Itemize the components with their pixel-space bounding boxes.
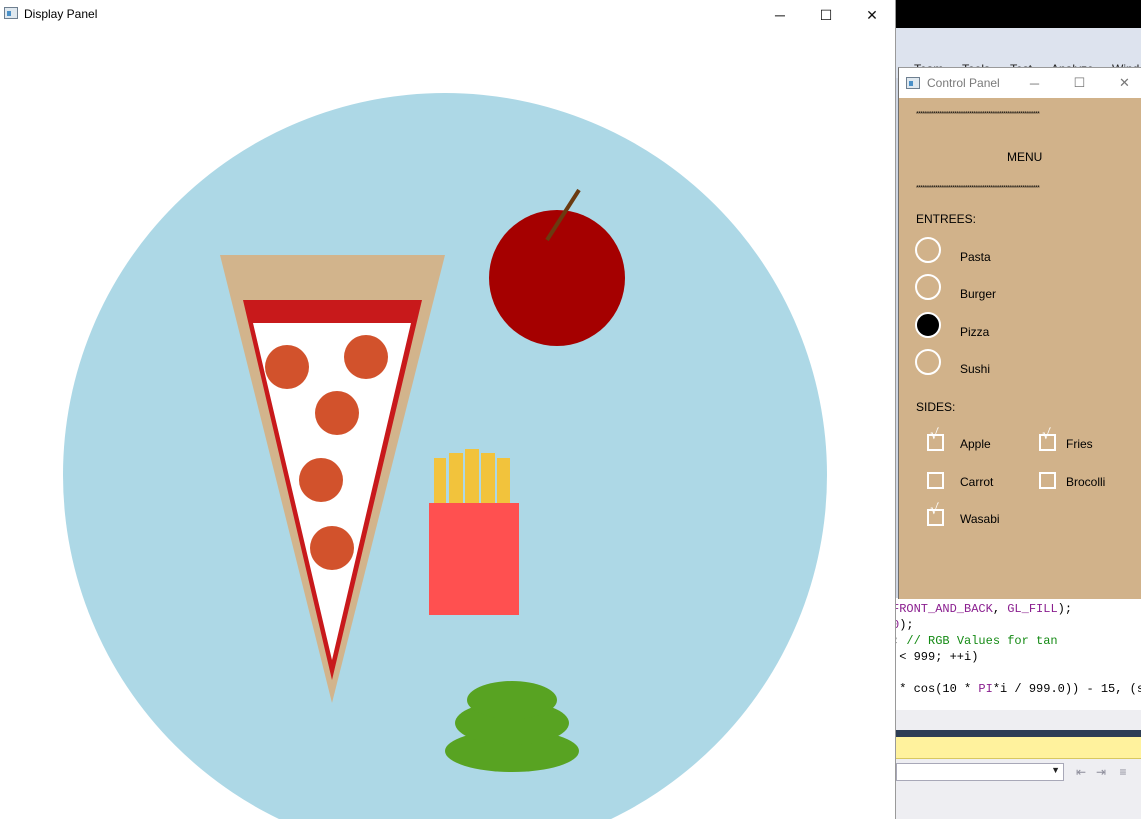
checkbox-label-brocolli[interactable]: Brocolli	[1066, 475, 1105, 489]
code-token: );	[899, 618, 914, 632]
checkmark-icon: √	[930, 502, 939, 518]
checkmark-icon: √	[930, 427, 939, 443]
code-token: *i / 999.0)) - 15, (si	[992, 682, 1141, 696]
editor-info-bar	[896, 737, 1141, 759]
align-icon[interactable]: ≡	[1116, 765, 1130, 779]
code-token: * cos(10 *	[896, 682, 979, 696]
checkbox-label-fries[interactable]: Fries	[1066, 437, 1093, 451]
code-token: ;	[896, 634, 906, 648]
radio-label-pizza[interactable]: Pizza	[960, 325, 989, 339]
radio-pizza[interactable]	[915, 312, 941, 338]
plate	[63, 93, 827, 819]
radio-label-pasta[interactable]: Pasta	[960, 250, 991, 264]
checkbox-label-apple[interactable]: Apple	[960, 437, 991, 451]
control-window-title: Control Panel	[927, 76, 1000, 90]
radio-burger[interactable]	[915, 274, 941, 300]
radio-pasta[interactable]	[915, 237, 941, 263]
french-fry	[497, 458, 510, 508]
checkbox-label-carrot[interactable]: Carrot	[960, 475, 993, 489]
code-token: FRONT_AND_BACK	[896, 602, 993, 616]
radio-label-sushi[interactable]: Sushi	[960, 362, 990, 376]
pepperoni	[265, 345, 309, 389]
code-token: );	[1057, 602, 1073, 616]
fries-box	[429, 503, 519, 615]
maximize-button[interactable]: ☐	[803, 0, 849, 30]
code-token: ,	[992, 602, 1008, 616]
divider-top: ****************************************…	[916, 111, 1040, 118]
menu-heading: MENU	[1007, 150, 1043, 164]
french-fry	[449, 453, 463, 508]
checkbox-brocolli[interactable]	[1039, 472, 1056, 489]
code-token: < 999; ++i)	[896, 650, 979, 664]
radio-label-burger[interactable]: Burger	[960, 287, 996, 301]
display-titlebar[interactable]: Display Panel ─ ☐ ✕	[0, 0, 895, 30]
control-panel-body: ****************************************…	[899, 98, 1141, 599]
close-button[interactable]: ✕	[849, 0, 895, 30]
sides-heading: SIDES:	[916, 400, 956, 414]
checkbox-apple[interactable]: √	[927, 428, 944, 451]
pepperoni	[344, 335, 388, 379]
code-token: PI	[978, 682, 993, 696]
display-panel-window: Display Panel ─ ☐ ✕	[0, 0, 896, 819]
checkbox-fries[interactable]: √	[1039, 428, 1056, 451]
french-fry	[465, 449, 479, 508]
control-panel-window: Control Panel ─ ☐ ✕ ********************…	[898, 67, 1141, 599]
pepperoni	[315, 391, 359, 435]
french-fry	[434, 458, 446, 508]
editor-toolbar: ▼ ⇤ ⇥ ≡	[896, 759, 1141, 819]
control-titlebar[interactable]: Control Panel ─ ☐ ✕	[899, 68, 1141, 98]
pepperoni	[299, 458, 343, 502]
app-window-icon	[906, 77, 920, 89]
code-token: // RGB Values for tan	[906, 634, 1058, 648]
minimize-button[interactable]: ─	[1012, 68, 1057, 98]
checkbox-wasabi[interactable]: √	[927, 503, 944, 526]
code-line: FRONT_AND_BACK, GL_FILL);	[896, 602, 1072, 616]
checkbox-carrot[interactable]	[927, 472, 944, 489]
chevron-down-icon: ▼	[1051, 765, 1060, 775]
outdent-icon[interactable]: ⇤	[1074, 765, 1088, 779]
code-line: < 999; ++i)	[896, 650, 978, 664]
close-button[interactable]: ✕	[1102, 68, 1141, 98]
code-token: GL_FILL	[1007, 602, 1058, 616]
indent-icon[interactable]: ⇥	[1094, 765, 1108, 779]
app-window-icon	[4, 7, 18, 19]
code-view[interactable]: FRONT_AND_BACK, GL_FILL);0);; // RGB Val…	[896, 598, 1141, 710]
checkmark-icon: √	[1042, 427, 1051, 443]
scope-dropdown[interactable]: ▼	[896, 763, 1064, 781]
display-window-title: Display Panel	[24, 7, 98, 21]
food-plate-canvas	[63, 93, 827, 819]
code-line: 0);	[896, 618, 914, 632]
code-line: * cos(10 * PI*i / 999.0)) - 15, (si	[896, 682, 1141, 696]
entrees-heading: ENTREES:	[916, 212, 977, 226]
wasabi	[467, 681, 557, 719]
code-line: ; // RGB Values for tan	[896, 634, 1058, 648]
pepperoni	[310, 526, 354, 570]
checkbox-label-wasabi[interactable]: Wasabi	[960, 512, 1000, 526]
apple	[489, 210, 625, 346]
minimize-button[interactable]: ─	[757, 0, 803, 30]
divider-bottom: ****************************************…	[916, 185, 1040, 192]
french-fry	[481, 453, 495, 508]
radio-sushi[interactable]	[915, 349, 941, 375]
maximize-button[interactable]: ☐	[1057, 68, 1102, 98]
